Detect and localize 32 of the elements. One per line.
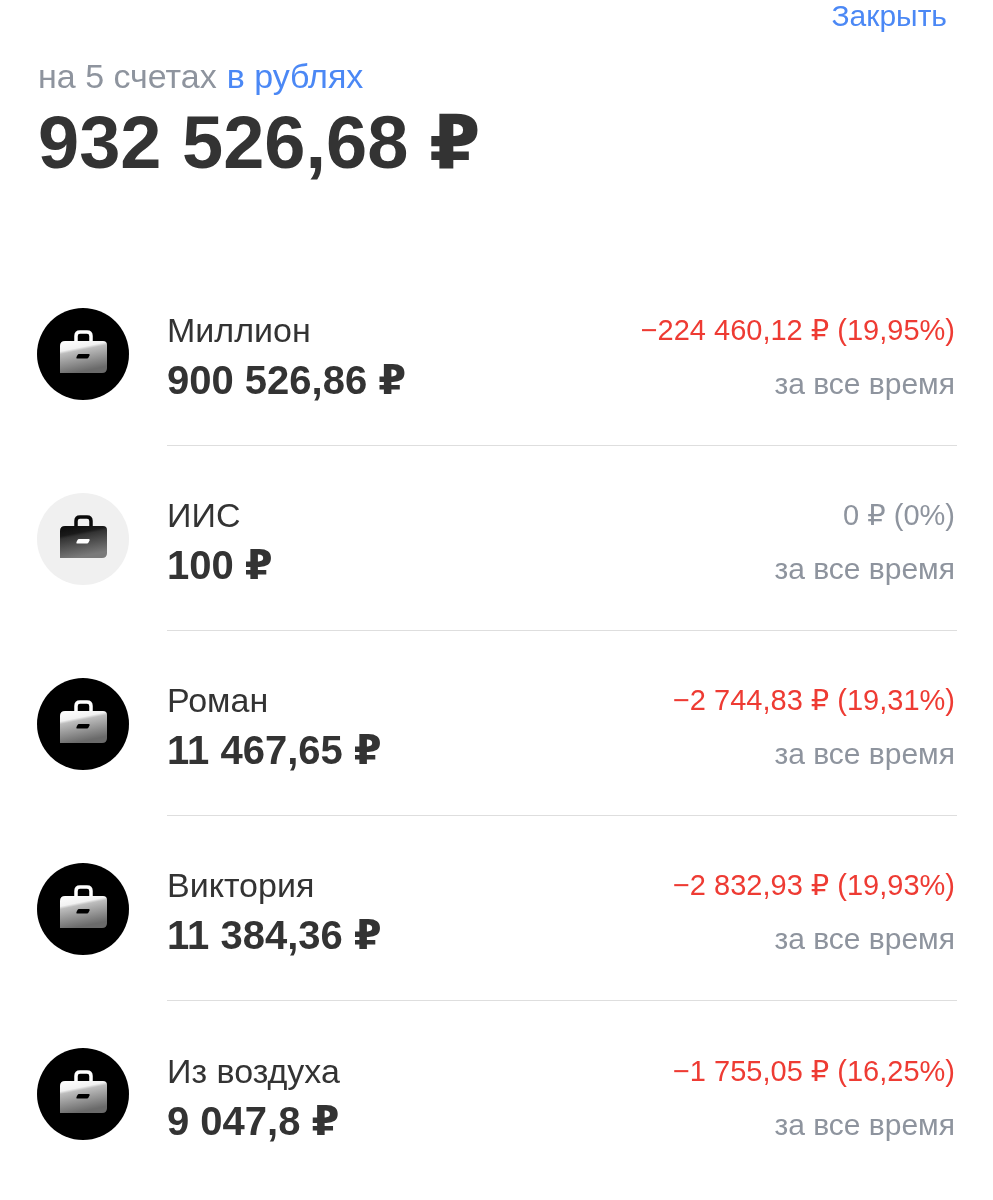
change-period: за все время <box>774 551 955 587</box>
account-balance: 11 467,65 ₽ <box>167 727 382 773</box>
account-row[interactable]: Роман 11 467,65 ₽ −2 744,83 ₽ (19,31%) за все время <box>38 631 955 816</box>
account-name: Из воздуха <box>167 1051 340 1090</box>
account-row[interactable]: Виктория 11 384,36 ₽ −2 832,93 ₽ (19,93%) за все время <box>38 816 955 1001</box>
balance-change: 0 ₽ (0%) <box>843 498 955 533</box>
account-balance: 9 047,8 ₽ <box>167 1097 340 1144</box>
briefcase-icon <box>37 492 129 585</box>
account-name: Роман <box>167 681 270 719</box>
account-row[interactable]: ИИС 100 ₽ 0 ₽ (0%) за все время <box>38 446 955 631</box>
account-name: Миллион <box>167 311 312 349</box>
change-period: за все время <box>774 736 955 772</box>
briefcase-icon <box>37 1047 129 1140</box>
account-row[interactable]: Из воздуха 9 047,8 ₽ −1 755,05 ₽ (16,25%) за все время <box>38 1001 955 1186</box>
balance-change: −224 460,12 ₽ (19,95%) <box>640 313 955 348</box>
account-balance: 11 384,36 ₽ <box>167 912 382 958</box>
account-row[interactable]: Миллион 900 526,86 ₽ −224 460,12 ₽ (19,95%) за все время <box>38 261 955 446</box>
account-balance: 100 ₽ <box>167 542 273 588</box>
change-period: за все время <box>774 921 955 957</box>
briefcase-icon <box>37 677 129 770</box>
account-balance: 900 526,86 ₽ <box>167 357 407 403</box>
balance-change: −2 832,93 ₽ (19,93%) <box>672 868 955 903</box>
change-period: за все время <box>774 366 955 402</box>
account-name: ИИС <box>167 496 242 534</box>
total-balance: 932 526,68 ₽ <box>38 101 482 185</box>
account-name: Виктория <box>167 866 316 904</box>
balance-change: −1 755,05 ₽ (16,25%) <box>672 1053 955 1089</box>
briefcase-icon <box>37 862 129 955</box>
accounts-count-label: на 5 счетах <box>38 57 217 95</box>
briefcase-icon <box>37 307 129 400</box>
change-period: за все время <box>774 1106 955 1143</box>
balance-change: −2 744,83 ₽ (19,31%) <box>672 683 955 718</box>
